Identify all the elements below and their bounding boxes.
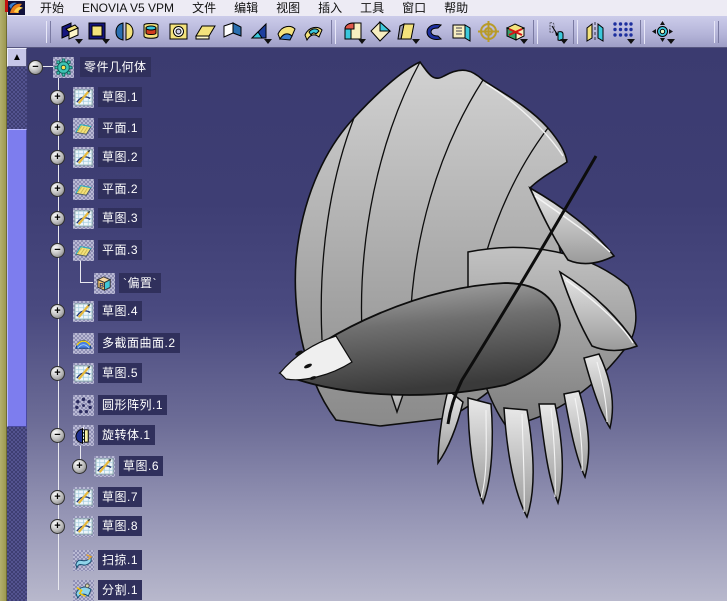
shaft-icon[interactable] [73,424,94,446]
tree-item-label[interactable]: 草图.2 [98,147,143,167]
multi-section-solid-icon[interactable] [273,18,300,45]
sketch-icon[interactable] [73,515,94,537]
split-body-icon[interactable] [111,18,138,45]
catia-logo-icon [8,1,25,15]
removed-multi-section-icon[interactable] [300,18,327,45]
expand-icon[interactable]: + [50,120,65,136]
expand-icon[interactable]: + [50,518,65,534]
toolbar-drag-handle[interactable] [46,20,51,43]
expand-icon[interactable]: + [50,210,65,226]
scale-icon[interactable] [502,18,529,45]
menu-enovia[interactable]: ENOVIA V5 VPM [73,1,183,16]
tree-item-label[interactable]: 分割.1 [98,580,143,600]
tree-item-label[interactable]: 草图.3 [98,208,143,228]
draft-icon[interactable] [394,18,421,45]
menu-edit[interactable]: 编辑 [225,1,267,16]
sketch-icon[interactable] [73,300,94,322]
toolbar-separator [640,19,645,44]
tree-item-label[interactable]: 平面.3 [98,240,143,260]
collapse-icon[interactable]: − [28,59,43,75]
split-icon[interactable] [73,579,94,601]
tree-item-label[interactable]: 旋转体.1 [98,425,155,445]
toolbar-separator [533,19,538,44]
tree-item-label[interactable]: 圆形阵列.1 [98,395,168,415]
expand-icon[interactable]: + [50,149,65,165]
expand-icon[interactable]: + [50,181,65,197]
toolbar-drag-handle[interactable] [714,20,719,43]
rectangular-pattern-icon[interactable] [609,18,636,45]
shaft-icon[interactable] [138,18,165,45]
window-border-left [0,0,7,601]
toolbar-separator [331,19,336,44]
toolbar-separator [573,19,578,44]
hole-icon[interactable] [165,18,192,45]
fit-all-icon[interactable] [649,18,676,45]
pocket-icon[interactable] [84,18,111,45]
tree-vertical-scrollbar[interactable]: ▲ [7,48,27,601]
slot-icon[interactable] [219,18,246,45]
scrollbar-thumb[interactable] [7,129,27,427]
expand-icon[interactable]: + [72,458,87,474]
collapse-icon[interactable]: − [50,242,65,258]
tree-item-label[interactable]: 草图.5 [98,363,143,383]
translate-icon[interactable] [542,18,569,45]
tree-item-label[interactable]: 草图.7 [98,487,143,507]
specification-tree: B [28,47,258,601]
stiffener-icon[interactable] [246,18,273,45]
sketch-icon[interactable] [73,207,94,229]
tree-branch-line [80,259,81,283]
tree-item-label[interactable]: 扫掠.1 [98,550,143,570]
fillet-icon[interactable] [340,18,367,45]
toolbar [6,16,727,48]
rib-icon[interactable] [192,18,219,45]
shell-icon[interactable] [421,18,448,45]
sweep-icon[interactable] [73,549,94,571]
sketch-icon[interactable] [94,455,115,477]
collapse-icon[interactable]: − [50,427,65,443]
expand-icon[interactable]: + [50,89,65,105]
thickness-icon[interactable] [448,18,475,45]
menu-view[interactable]: 视图 [267,1,309,16]
menu-window[interactable]: 窗口 [393,1,435,16]
menu-bar: 开始 ENOVIA V5 VPM 文件 编辑 视图 插入 工具 窗口 帮助 [6,0,727,17]
part-body-icon[interactable] [53,56,74,78]
plane-icon[interactable] [73,239,94,261]
sketch-icon[interactable] [73,362,94,384]
menu-tools[interactable]: 工具 [351,1,393,16]
menu-start[interactable]: 开始 [31,1,73,16]
plane-icon[interactable] [73,117,94,139]
circular-pattern-icon[interactable] [73,394,94,416]
chamfer-icon[interactable] [367,18,394,45]
expand-icon[interactable]: + [50,365,65,381]
tree-branch-line [80,282,93,283]
tree-item-label[interactable]: 草图.6 [119,456,164,476]
tree-item-label[interactable]: 草图.1 [98,87,143,107]
multi-section-surface-icon[interactable] [73,332,94,354]
tree-item-label[interactable]: 草图.8 [98,516,143,536]
sketch-icon[interactable] [73,486,94,508]
circular-reference-icon[interactable] [475,18,502,45]
window-border-accent [5,0,8,12]
pad-icon[interactable] [57,18,84,45]
menu-help[interactable]: 帮助 [435,1,477,16]
tree-item-label[interactable]: 草图.4 [98,301,143,321]
expand-icon[interactable]: + [50,489,65,505]
plane-icon[interactable] [73,178,94,200]
symmetry-icon[interactable] [582,18,609,45]
tree-item-label[interactable]: 平面.1 [98,118,143,138]
tree-item-label[interactable]: `偏置` [119,273,161,293]
sketch-icon[interactable] [73,86,94,108]
expand-icon[interactable]: + [50,303,65,319]
menu-insert[interactable]: 插入 [309,1,351,16]
scroll-up-button[interactable]: ▲ [7,48,27,67]
tree-item-label[interactable]: 零件几何体 [80,57,151,77]
tree-item-label[interactable]: 多截面曲面.2 [98,333,180,353]
sketch-icon[interactable] [73,146,94,168]
offset-parameter-icon[interactable] [94,272,115,294]
tree-item-label[interactable]: 平面.2 [98,179,143,199]
menu-file[interactable]: 文件 [183,1,225,16]
scroll-up-arrow-icon: ▲ [12,52,22,63]
